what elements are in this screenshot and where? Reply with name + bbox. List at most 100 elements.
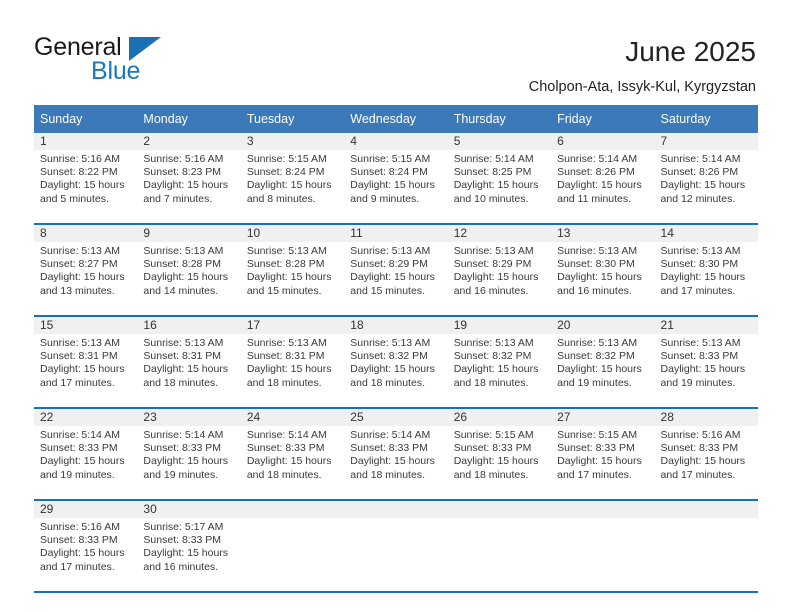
sunrise-text: Sunrise: 5:14 AM	[557, 153, 638, 165]
day-details: Sunrise: 5:15 AM Sunset: 8:24 PM Daylight:…	[344, 150, 447, 206]
daylight-text-line1: Daylight: 15 hours	[453, 179, 539, 192]
calendar-day-cell[interactable]: 12 Sunrise: 5:13 AM Sunset: 8:29 PM Dayligh…	[447, 225, 552, 315]
day-cell-content: 18 Sunrise: 5:13 AM Sunset: 8:32 PM Dayligh…	[344, 317, 448, 407]
calendar-day-cell[interactable]: 17 Sunrise: 5:13 AM Sunset: 8:31 PM Dayligh…	[240, 317, 345, 407]
day-cell-content: 5 Sunrise: 5:14 AM Sunset: 8:25 PM Daylight…	[447, 133, 552, 223]
day-details: Sunrise: 5:13 AM Sunset: 8:28 PM Daylight:…	[241, 242, 344, 298]
sunset-text: Sunset: 8:33 PM	[40, 442, 118, 455]
daylight-text-line1: Daylight: 15 hours	[246, 455, 332, 468]
day-number: 25	[344, 409, 448, 426]
calendar-day-cell[interactable]: 26 Sunrise: 5:15 AM Sunset: 8:33 PM Dayligh…	[447, 409, 552, 499]
day-cell-content: 6 Sunrise: 5:14 AM Sunset: 8:26 PM Daylight…	[551, 133, 655, 223]
daylight-text-line2: and 11 minutes.	[557, 192, 632, 205]
daylight-text-line2: and 17 minutes.	[660, 468, 736, 481]
calendar-day-cell[interactable]: 21 Sunrise: 5:13 AM Sunset: 8:33 PM Dayligh…	[654, 317, 758, 407]
weekday-header-friday: Friday	[551, 105, 655, 133]
sunrise-text: Sunrise: 5:13 AM	[660, 245, 741, 257]
calendar-week-row: 15 Sunrise: 5:13 AM Sunset: 8:31 PM Dayligh…	[34, 317, 758, 407]
sunset-text: Sunset: 8:33 PM	[246, 442, 325, 455]
calendar-day-cell[interactable]: 14 Sunrise: 5:13 AM Sunset: 8:30 PM Dayligh…	[654, 225, 758, 315]
day-number: 4	[344, 133, 448, 150]
day-number	[344, 501, 448, 518]
sunset-text: Sunset: 8:24 PM	[246, 166, 325, 179]
calendar-day-cell[interactable]: 23 Sunrise: 5:14 AM Sunset: 8:33 PM Dayligh…	[137, 409, 241, 499]
day-cell-content	[344, 501, 448, 591]
day-number: 29	[34, 501, 138, 518]
day-number: 22	[34, 409, 138, 426]
calendar-day-cell[interactable]: 25 Sunrise: 5:14 AM Sunset: 8:33 PM Dayligh…	[344, 409, 448, 499]
day-number: 3	[240, 133, 345, 150]
daylight-text-line2: and 18 minutes.	[143, 376, 219, 389]
sunrise-text: Sunrise: 5:16 AM	[40, 153, 120, 165]
day-number: 1	[34, 133, 138, 150]
calendar-day-cell[interactable]: 20 Sunrise: 5:13 AM Sunset: 8:32 PM Dayligh…	[551, 317, 655, 407]
sunrise-text: Sunrise: 5:13 AM	[557, 337, 638, 349]
calendar-day-cell[interactable]: 27 Sunrise: 5:15 AM Sunset: 8:33 PM Dayligh…	[551, 409, 655, 499]
sunset-text: Sunset: 8:29 PM	[453, 258, 532, 271]
calendar-day-cell[interactable]: 13 Sunrise: 5:13 AM Sunset: 8:30 PM Dayligh…	[551, 225, 655, 315]
calendar-day-cell[interactable]: 9 Sunrise: 5:13 AM Sunset: 8:28 PM Daylight…	[137, 225, 241, 315]
daylight-text-line2: and 19 minutes.	[557, 376, 632, 389]
day-details: Sunrise: 5:15 AM Sunset: 8:33 PM Daylight:…	[448, 426, 551, 482]
sunrise-text: Sunrise: 5:13 AM	[350, 245, 431, 257]
calendar-day-cell[interactable]: 28 Sunrise: 5:16 AM Sunset: 8:33 PM Dayligh…	[654, 409, 758, 499]
daylight-text-line2: and 13 minutes.	[40, 284, 115, 297]
calendar-day-cell[interactable]: 8 Sunrise: 5:13 AM Sunset: 8:27 PM Daylight…	[34, 225, 138, 315]
sunrise-text: Sunrise: 5:13 AM	[40, 245, 120, 257]
day-cell-content	[654, 501, 758, 591]
sunset-text: Sunset: 8:33 PM	[143, 534, 222, 547]
calendar-day-cell[interactable]: 3 Sunrise: 5:15 AM Sunset: 8:24 PM Daylight…	[240, 133, 345, 223]
calendar-day-cell[interactable]: 10 Sunrise: 5:13 AM Sunset: 8:28 PM Dayligh…	[240, 225, 345, 315]
day-cell-content: 9 Sunrise: 5:13 AM Sunset: 8:28 PM Daylight…	[137, 225, 241, 315]
weekday-header-monday: Monday	[137, 105, 241, 133]
week-separator-rule	[34, 591, 758, 593]
calendar-day-cell[interactable]: 18 Sunrise: 5:13 AM Sunset: 8:32 PM Dayligh…	[344, 317, 448, 407]
day-details: Sunrise: 5:13 AM Sunset: 8:32 PM Daylight:…	[551, 334, 654, 390]
day-cell-content: 8 Sunrise: 5:13 AM Sunset: 8:27 PM Daylight…	[34, 225, 138, 315]
day-details: Sunrise: 5:13 AM Sunset: 8:31 PM Daylight:…	[137, 334, 240, 390]
calendar-day-cell[interactable]: 15 Sunrise: 5:13 AM Sunset: 8:31 PM Dayligh…	[34, 317, 138, 407]
calendar-day-cell[interactable]: 5 Sunrise: 5:14 AM Sunset: 8:25 PM Daylight…	[447, 133, 552, 223]
day-number: 15	[34, 317, 138, 334]
day-details: Sunrise: 5:13 AM Sunset: 8:33 PM Daylight:…	[655, 334, 758, 390]
day-details: Sunrise: 5:14 AM Sunset: 8:33 PM Daylight:…	[241, 426, 344, 482]
calendar-day-cell[interactable]: 19 Sunrise: 5:13 AM Sunset: 8:32 PM Dayligh…	[447, 317, 552, 407]
sunrise-text: Sunrise: 5:13 AM	[143, 245, 224, 257]
day-details: Sunrise: 5:13 AM Sunset: 8:28 PM Daylight:…	[137, 242, 240, 298]
day-cell-content	[551, 501, 655, 591]
sunset-text: Sunset: 8:32 PM	[350, 350, 428, 363]
day-cell-content: 29 Sunrise: 5:16 AM Sunset: 8:33 PM Dayligh…	[34, 501, 138, 591]
calendar-week-row: 29 Sunrise: 5:16 AM Sunset: 8:33 PM Dayligh…	[34, 501, 758, 591]
sunset-text: Sunset: 8:25 PM	[453, 166, 532, 179]
calendar-day-cell[interactable]: 24 Sunrise: 5:14 AM Sunset: 8:33 PM Dayligh…	[240, 409, 345, 499]
day-cell-content: 3 Sunrise: 5:15 AM Sunset: 8:24 PM Daylight…	[240, 133, 345, 223]
calendar-day-cell[interactable]: 11 Sunrise: 5:13 AM Sunset: 8:29 PM Dayligh…	[344, 225, 448, 315]
day-number: 11	[344, 225, 448, 242]
calendar-day-cell[interactable]: 29 Sunrise: 5:16 AM Sunset: 8:33 PM Dayligh…	[34, 501, 138, 591]
calendar-day-cell[interactable]: 22 Sunrise: 5:14 AM Sunset: 8:33 PM Dayligh…	[34, 409, 138, 499]
calendar-day-cell[interactable]: 4 Sunrise: 5:15 AM Sunset: 8:24 PM Daylight…	[344, 133, 448, 223]
calendar-day-cell[interactable]: 16 Sunrise: 5:13 AM Sunset: 8:31 PM Dayligh…	[137, 317, 241, 407]
day-cell-content: 2 Sunrise: 5:16 AM Sunset: 8:23 PM Daylight…	[137, 133, 241, 223]
calendar-day-cell[interactable]: 7 Sunrise: 5:14 AM Sunset: 8:26 PM Daylight…	[654, 133, 758, 223]
calendar-empty-cell	[447, 501, 552, 591]
calendar-day-cell[interactable]: 30 Sunrise: 5:17 AM Sunset: 8:33 PM Dayligh…	[137, 501, 241, 591]
calendar-day-cell[interactable]: 1 Sunrise: 5:16 AM Sunset: 8:22 PM Daylight…	[34, 133, 138, 223]
day-details	[344, 518, 447, 521]
day-details: Sunrise: 5:17 AM Sunset: 8:33 PM Daylight:…	[137, 518, 240, 574]
day-number	[654, 501, 758, 518]
sunset-text: Sunset: 8:30 PM	[557, 258, 635, 271]
calendar-day-cell[interactable]: 6 Sunrise: 5:14 AM Sunset: 8:26 PM Daylight…	[551, 133, 655, 223]
daylight-text-line2: and 17 minutes.	[40, 376, 115, 389]
weekday-header-saturday: Saturday	[654, 105, 758, 133]
calendar-header-row: Sunday Monday Tuesday Wednesday Thursday…	[34, 105, 758, 133]
day-number: 10	[240, 225, 345, 242]
daylight-text-line2: and 18 minutes.	[350, 468, 425, 481]
daylight-text-line2: and 18 minutes.	[246, 468, 322, 481]
calendar-day-cell[interactable]: 2 Sunrise: 5:16 AM Sunset: 8:23 PM Daylight…	[137, 133, 241, 223]
daylight-text-line1: Daylight: 15 hours	[660, 363, 746, 376]
sunrise-text: Sunrise: 5:14 AM	[350, 429, 431, 441]
daylight-text-line1: Daylight: 15 hours	[660, 179, 746, 192]
daylight-text-line1: Daylight: 15 hours	[246, 271, 332, 284]
day-number: 18	[344, 317, 448, 334]
